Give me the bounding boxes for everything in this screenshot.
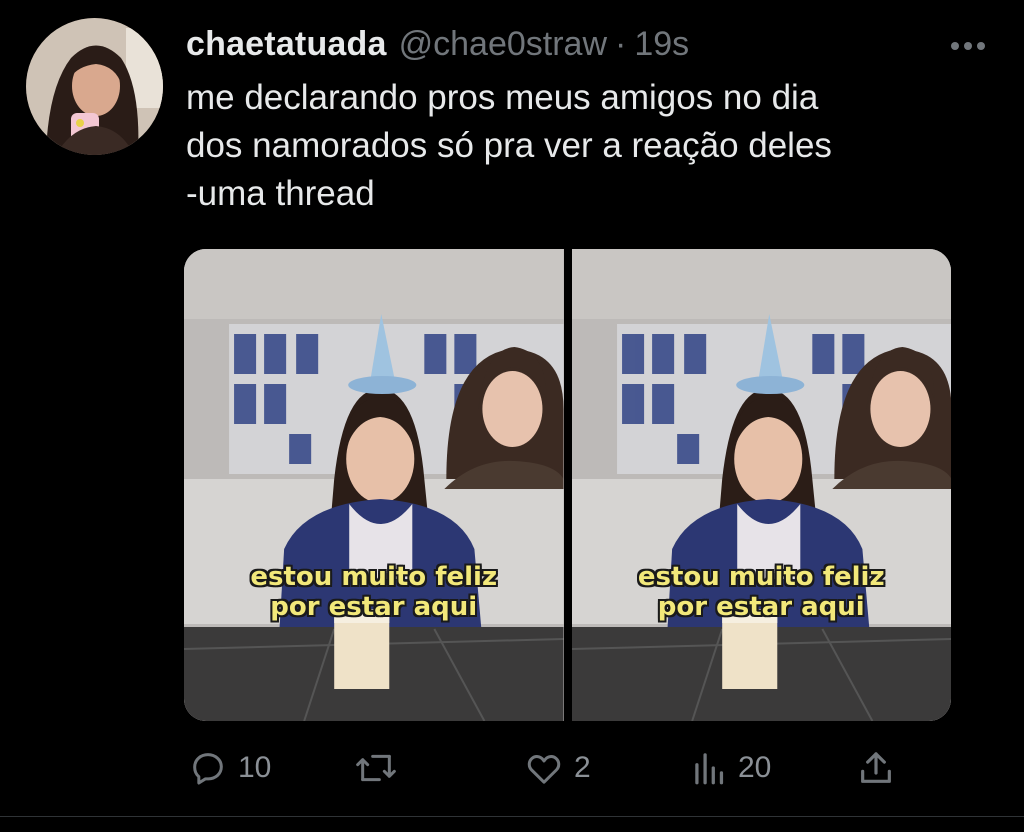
timestamp[interactable]: 19s: [634, 22, 689, 66]
retweet-icon: [356, 754, 396, 782]
media-grid: estou muito feliz por estar aqui estou m…: [184, 249, 951, 721]
views-icon: [695, 753, 724, 785]
avatar[interactable]: [26, 18, 163, 155]
avatar-image: [26, 18, 163, 155]
media-photo-2[interactable]: estou muito feliz por estar aqui: [571, 249, 951, 721]
share-icon: [861, 752, 891, 783]
display-name[interactable]: chaetatuada: [186, 22, 387, 66]
tweet-text: me declarando pros meus amigos no dia do…: [186, 78, 832, 213]
more-icon: [951, 42, 985, 50]
reply-button[interactable]: 10: [188, 742, 271, 794]
like-button[interactable]: 2: [524, 742, 591, 794]
photo-image: [184, 249, 564, 721]
reply-icon: [193, 753, 223, 785]
more-button[interactable]: [944, 30, 992, 62]
user-handle[interactable]: @chae0straw: [399, 22, 607, 66]
action-bar: 10 2 20: [184, 742, 904, 794]
views-count: 20: [738, 751, 772, 784]
views-button[interactable]: 20: [692, 742, 771, 794]
tweet: chaetatuada @chae0straw · 19s me declara…: [0, 0, 1024, 832]
like-icon: [527, 755, 561, 784]
like-count: 2: [574, 751, 591, 784]
tweet-header: chaetatuada @chae0straw · 19s: [186, 22, 689, 66]
separator-dot: ·: [615, 25, 627, 63]
share-button[interactable]: [856, 742, 896, 794]
divider: [0, 816, 1024, 817]
retweet-button[interactable]: [354, 742, 408, 794]
photo-image: [571, 249, 951, 721]
media-photo-1[interactable]: estou muito feliz por estar aqui: [184, 249, 564, 721]
reply-count: 10: [238, 751, 272, 784]
